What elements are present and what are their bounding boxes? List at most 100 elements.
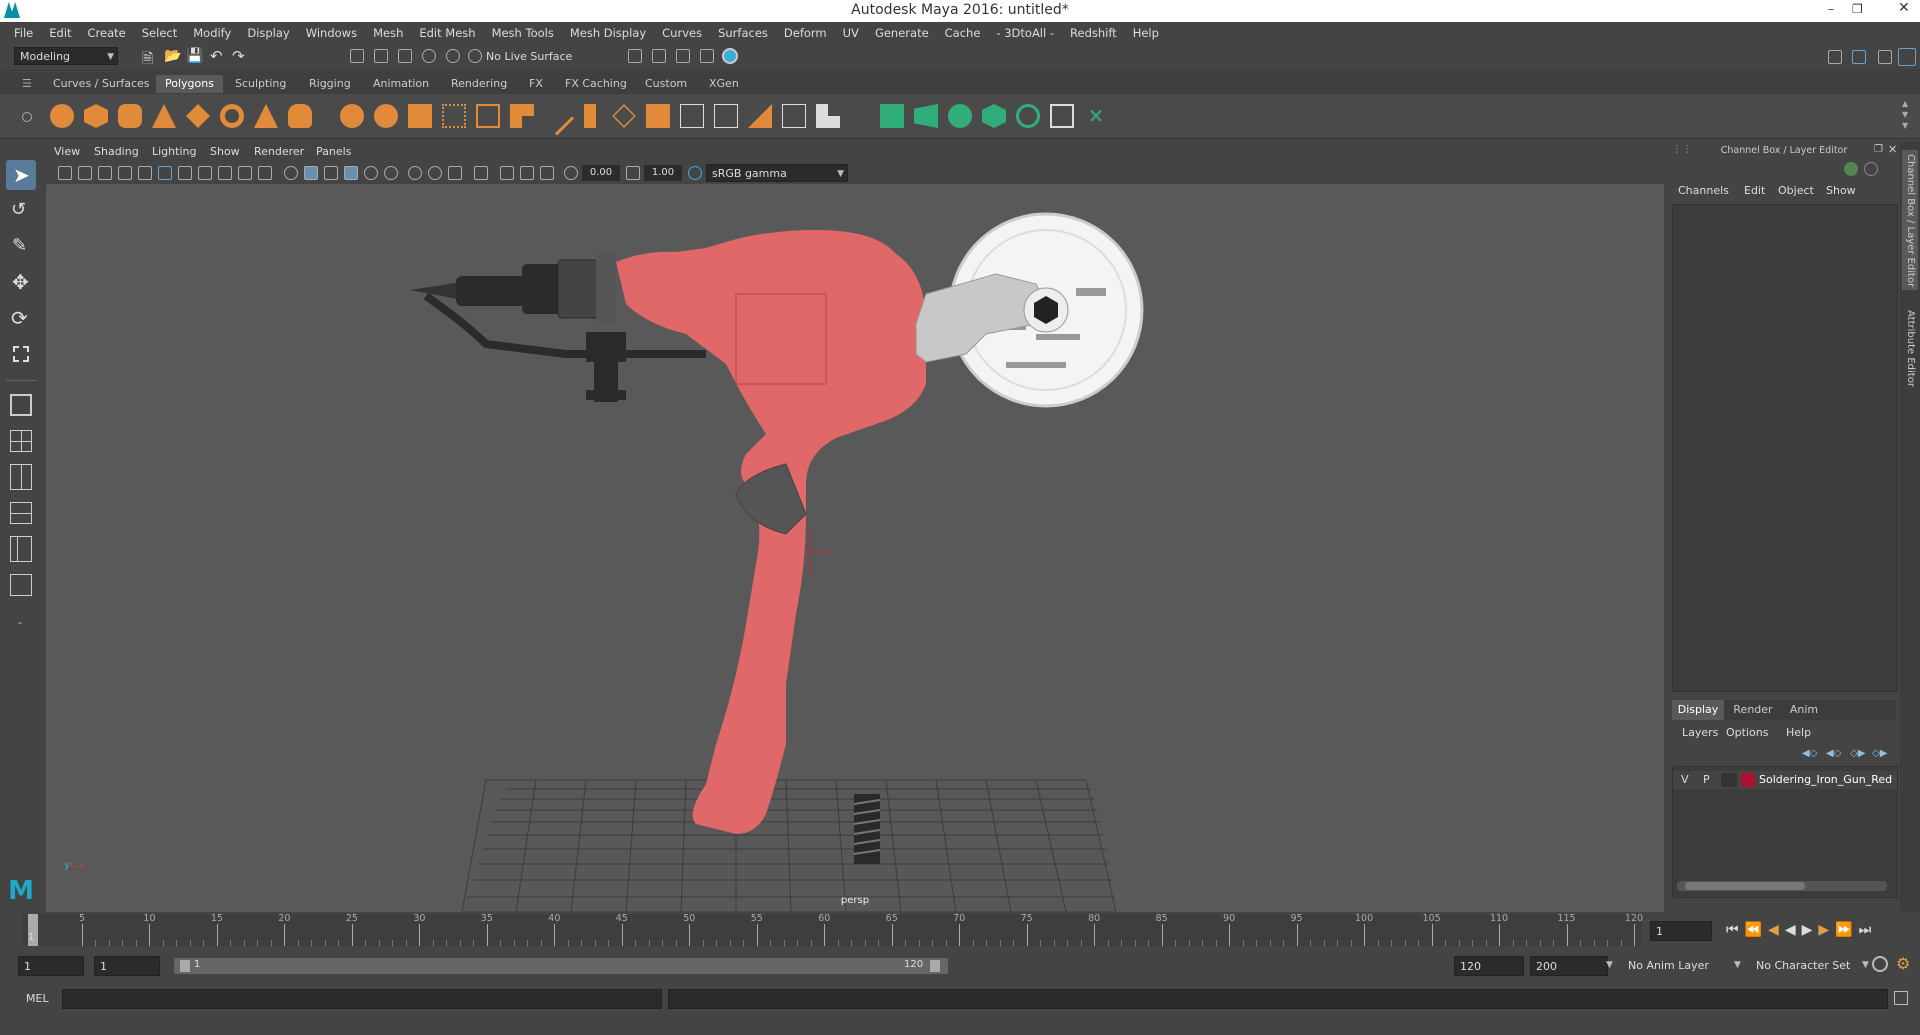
tab-xgen[interactable]: XGen xyxy=(700,75,748,93)
layer-scrollbar[interactable] xyxy=(1677,881,1887,891)
chevron-down-icon[interactable]: ▼ xyxy=(1862,960,1869,970)
channels-menu[interactable]: Channels xyxy=(1678,184,1729,197)
wireframe-icon[interactable] xyxy=(284,166,298,180)
range-start-handle[interactable] xyxy=(180,960,190,972)
image-plane-icon[interactable] xyxy=(118,166,132,180)
lasso-tool[interactable]: ↺ xyxy=(6,196,36,226)
motion-blur-icon[interactable] xyxy=(428,166,442,180)
playback-start-field[interactable]: 1 xyxy=(94,956,160,976)
safe-action-icon[interactable] xyxy=(258,166,272,180)
menu-curves[interactable]: Curves xyxy=(662,26,702,40)
options-menu[interactable]: Options xyxy=(1726,726,1768,739)
select-hierarchy-icon[interactable] xyxy=(350,49,364,63)
auto-key-icon[interactable] xyxy=(1872,956,1888,972)
new-layer-icon[interactable]: ◇▶ xyxy=(1872,748,1887,759)
render-settings-icon[interactable] xyxy=(700,49,714,63)
menu-cache[interactable]: Cache xyxy=(945,26,981,40)
extrude-icon[interactable] xyxy=(510,104,534,128)
xray-components-icon[interactable] xyxy=(540,166,554,180)
select-object-icon[interactable] xyxy=(374,49,388,63)
panel-menu-renderer[interactable]: Renderer xyxy=(254,145,304,158)
menu-display[interactable]: Display xyxy=(247,26,289,40)
tab-animation[interactable]: Animation xyxy=(364,75,438,93)
menu-mesh-tools[interactable]: Mesh Tools xyxy=(492,26,554,40)
new-layer-selected-icon[interactable]: ◇▶ xyxy=(1850,748,1865,759)
film-gate-icon[interactable] xyxy=(178,166,192,180)
snap-point-icon[interactable] xyxy=(468,49,482,63)
menu-generate[interactable]: Generate xyxy=(875,26,929,40)
bridge-icon[interactable] xyxy=(584,104,596,128)
layer-name[interactable]: Soldering_Iron_Gun_Red xyxy=(1759,773,1895,786)
manipulator-icon[interactable] xyxy=(1844,162,1858,176)
uv-unfold-icon[interactable] xyxy=(1016,104,1040,128)
menu-windows[interactable]: Windows xyxy=(306,26,357,40)
poly-sphere-icon[interactable] xyxy=(50,104,74,128)
tab-anim[interactable]: Anim xyxy=(1782,700,1826,720)
layer-scrollbar-thumb[interactable] xyxy=(1685,882,1805,890)
append-polygon-icon[interactable] xyxy=(612,104,636,128)
panel-menu-lighting[interactable]: Lighting xyxy=(152,145,196,158)
tab-display[interactable]: Display xyxy=(1672,700,1724,720)
close-icon[interactable]: ✕ xyxy=(1898,0,1910,16)
minimize-icon[interactable]: – xyxy=(1828,2,1834,16)
playback-end-field[interactable]: 120 xyxy=(1454,956,1524,976)
menu-deform[interactable]: Deform xyxy=(784,26,827,40)
poly-torus-icon[interactable] xyxy=(220,104,244,128)
field-chart-icon[interactable] xyxy=(238,166,252,180)
move-layer-up-icon[interactable]: ◀◇ xyxy=(1802,748,1817,759)
side-tab-attribute-editor[interactable]: Attribute Editor xyxy=(1902,306,1918,406)
color-space-dropdown[interactable]: sRGB gamma ▼ xyxy=(706,164,848,182)
exposure-icon[interactable] xyxy=(564,166,578,180)
side-tab-channel-box[interactable]: Channel Box / Layer Editor xyxy=(1902,150,1918,290)
hypershade-layout[interactable] xyxy=(6,570,36,600)
menu-help[interactable]: Help xyxy=(1133,26,1159,40)
character-set-dropdown[interactable]: No Character Set xyxy=(1752,956,1866,976)
xray-icon[interactable] xyxy=(500,166,514,180)
command-input[interactable] xyxy=(62,989,662,1009)
range-slider[interactable]: 1 120 xyxy=(174,958,948,974)
use-lights-icon[interactable] xyxy=(364,166,378,180)
xray-joints-icon[interactable] xyxy=(520,166,534,180)
outliner-layout[interactable] xyxy=(6,534,36,564)
textured-icon[interactable] xyxy=(344,166,358,180)
gamma-icon[interactable] xyxy=(626,166,640,180)
combine-icon[interactable] xyxy=(340,104,364,128)
layer-color-swatch[interactable] xyxy=(1741,773,1755,787)
shelf-menu-icon[interactable]: ☰ xyxy=(22,77,32,90)
redo-icon[interactable]: ↷ xyxy=(232,47,245,65)
object-menu[interactable]: Object xyxy=(1778,184,1814,197)
rotate-tool[interactable]: ⟳ xyxy=(6,304,36,334)
time-slider[interactable]: 1 5 10 15 20 25 30 35 40 45 50 55 60 65 70 75 80 85 90 95 1… xyxy=(22,913,1643,946)
script-editor-icon[interactable] xyxy=(1894,991,1908,1005)
range-end-handle[interactable] xyxy=(930,960,940,972)
chevron-down-icon[interactable]: ▼ xyxy=(1606,960,1613,970)
uv-cut-sew-icon[interactable]: ✕ xyxy=(1084,104,1108,128)
workspace-icon-1[interactable] xyxy=(1828,50,1842,64)
menu-select[interactable]: Select xyxy=(142,26,177,40)
tab-render[interactable]: Render xyxy=(1728,700,1778,720)
shelf-settings-icon[interactable] xyxy=(22,112,32,122)
move-layer-down-icon[interactable]: ◀◇ xyxy=(1826,748,1841,759)
target-weld-icon[interactable] xyxy=(748,104,772,128)
go-to-end-icon[interactable]: ⏭ xyxy=(1859,922,1878,938)
anim-layer-dropdown[interactable]: No Anim Layer xyxy=(1624,956,1744,976)
layer-row[interactable]: V P Soldering_Iron_Gun_Red xyxy=(1673,771,1897,789)
layers-menu[interactable]: Layers xyxy=(1682,726,1718,739)
select-camera-icon[interactable] xyxy=(58,166,72,180)
layer-playback-toggle[interactable]: P xyxy=(1703,773,1710,786)
tab-polygons[interactable]: Polygons xyxy=(156,75,223,93)
custom-layout[interactable]: - xyxy=(6,608,36,638)
camera-attributes-icon[interactable] xyxy=(78,166,92,180)
snap-curve-icon[interactable] xyxy=(446,49,460,63)
step-forward-key-icon[interactable]: ⏩ xyxy=(1835,922,1858,938)
smooth-shade-icon[interactable] xyxy=(304,166,318,180)
menu-surfaces[interactable]: Surfaces xyxy=(718,26,768,40)
panel-menu-show[interactable]: Show xyxy=(210,145,240,158)
panel-menu-panels[interactable]: Panels xyxy=(316,145,351,158)
menu-mesh-display[interactable]: Mesh Display xyxy=(570,26,646,40)
boolean-icon[interactable] xyxy=(476,104,500,128)
menu-file[interactable]: File xyxy=(14,26,33,40)
render-region-icon[interactable] xyxy=(628,49,642,63)
step-forward-frame-icon[interactable]: ▶ xyxy=(1818,922,1835,938)
animation-start-field[interactable]: 1 xyxy=(18,956,84,976)
